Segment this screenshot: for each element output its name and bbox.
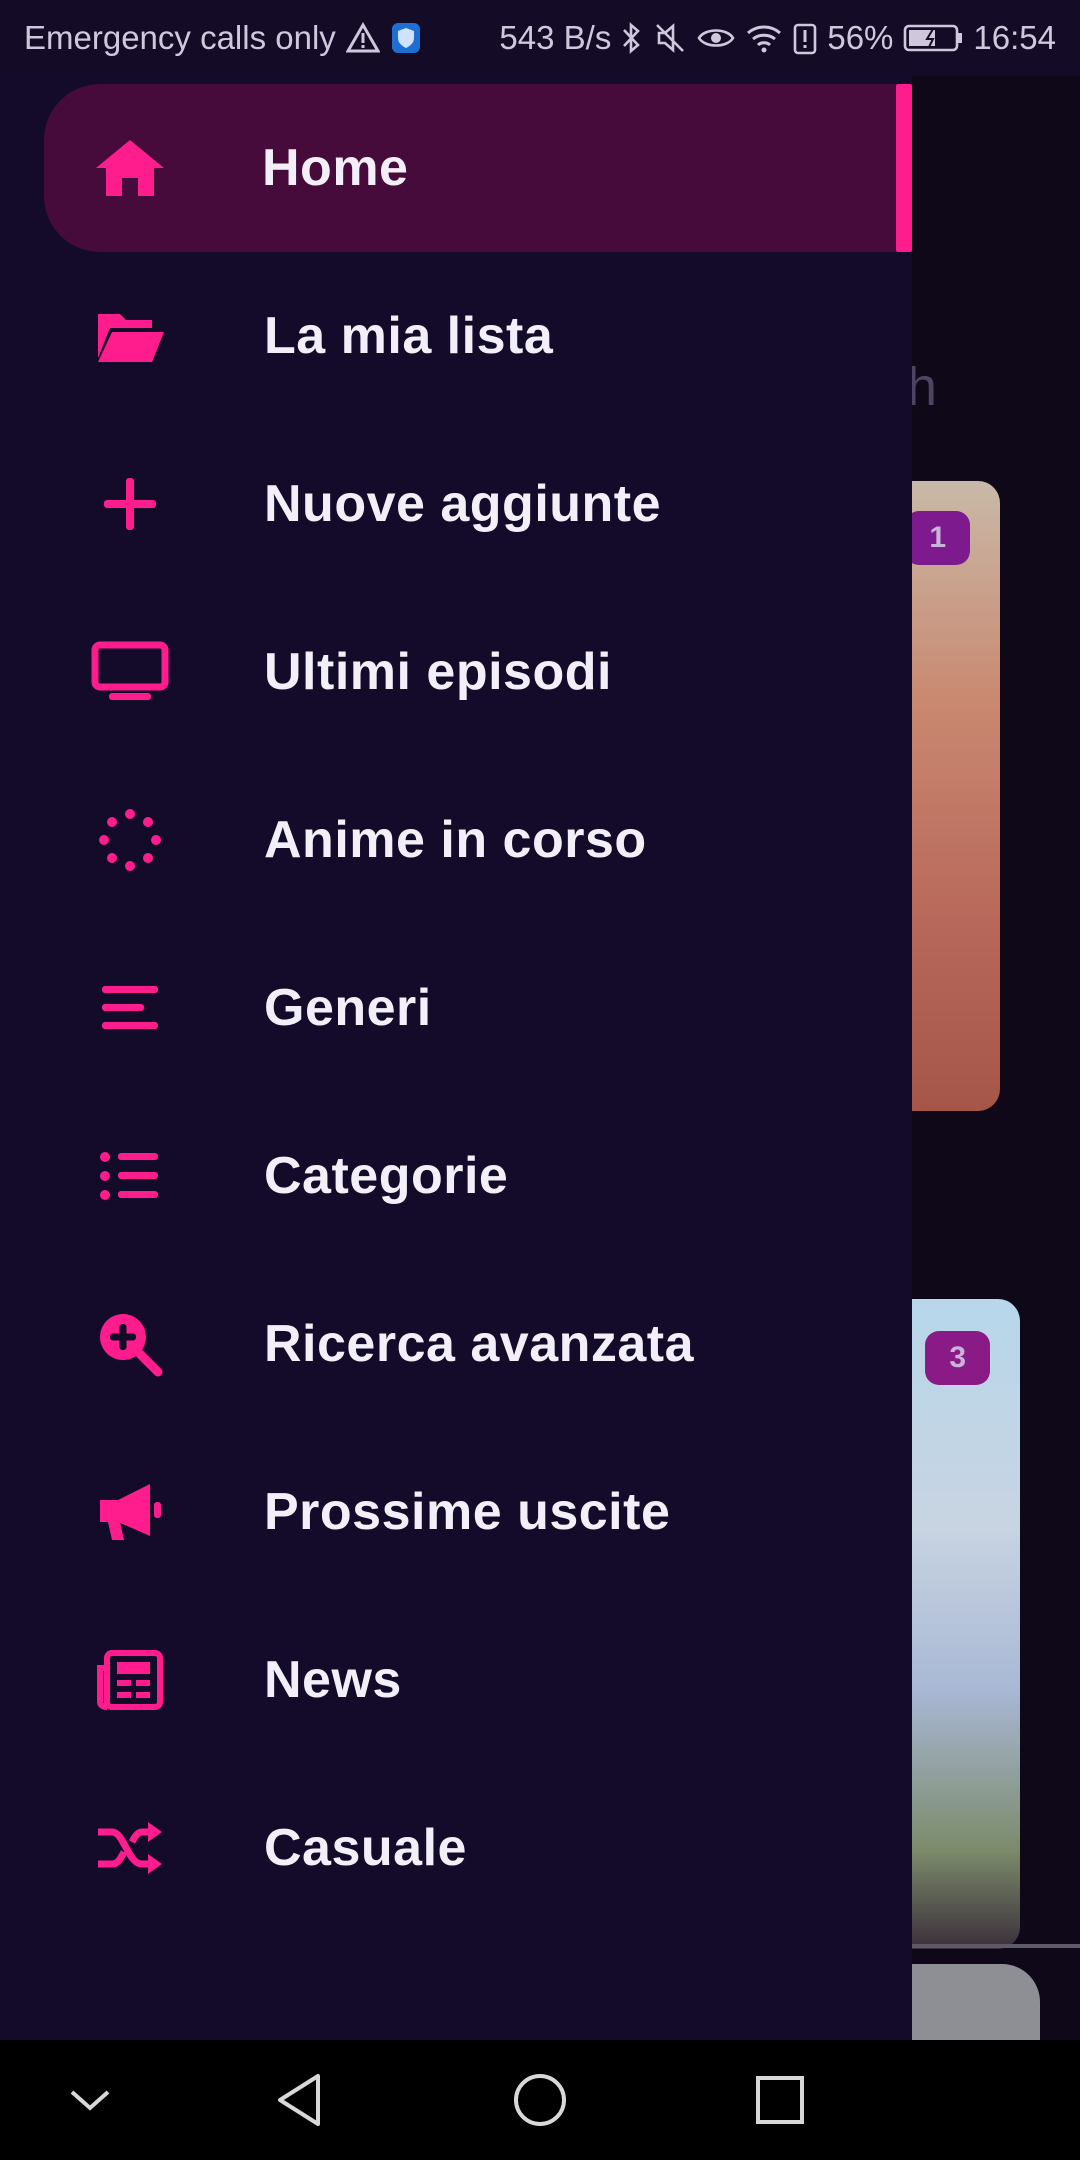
screen: Emergency calls only 543 B/s 56% 16:54 1… [0,0,1080,2160]
lines-icon [90,968,170,1048]
drawer-item-label: Ricerca avanzata [264,1315,695,1373]
drawer-item-anime-in-corso[interactable]: Anime in corso [44,756,896,924]
battery-saver-icon [793,21,817,55]
drawer-item-generi[interactable]: Generi [44,924,896,1092]
newspaper-icon [90,1640,170,1720]
drawer-item-la-mia-lista[interactable]: La mia lista [44,252,896,420]
mute-icon [653,21,687,55]
battery-icon [903,23,963,53]
folder-open-icon [90,296,170,376]
drawer-item-label: News [264,1651,402,1709]
drawer-item-label: Home [262,139,409,197]
system-navigation-bar [0,2040,1080,2160]
bluetooth-icon [621,21,643,55]
navigation-drawer: Home La mia lista Nuove aggiunte Ultimi … [0,76,912,2040]
clock: 16:54 [973,19,1056,56]
drawer-item-prossime-uscite[interactable]: Prossime uscite [44,1428,896,1596]
drawer-item-nuove-aggiunte[interactable]: Nuove aggiunte [44,420,896,588]
eye-comfort-icon [697,23,735,53]
drawer-item-label: Anime in corso [264,811,647,869]
status-bar-left: Emergency calls only [24,19,422,57]
plus-icon [90,464,170,544]
home-circle-icon[interactable] [490,2050,590,2150]
status-bar-right: 543 B/s 56% 16:54 [499,19,1056,57]
drawer-item-home[interactable]: Home [44,84,896,252]
carrier-text: Emergency calls only [24,19,336,56]
megaphone-icon [90,1472,170,1552]
status-bar: Emergency calls only 543 B/s 56% 16:54 [0,0,1080,76]
list-icon [90,1136,170,1216]
monitor-icon [90,632,170,712]
card-badge: 3 [925,1331,990,1385]
drawer-item-ultimi-episodi[interactable]: Ultimi episodi [44,588,896,756]
card-badge: 1 [905,511,970,565]
spinner-icon [90,800,170,880]
drawer-item-news[interactable]: News [44,1596,896,1764]
vpn-shield-icon [390,21,422,55]
home-icon [90,128,170,208]
search-plus-icon [90,1304,170,1384]
drawer-item-label: Prossime uscite [264,1483,671,1541]
drawer-item-label: La mia lista [264,307,554,365]
back-icon[interactable] [250,2050,350,2150]
warning-icon [345,22,380,54]
recents-icon[interactable] [730,2050,830,2150]
drawer-item-label: Casuale [264,1819,467,1877]
shuffle-icon [90,1808,170,1888]
divider [900,1944,1080,1948]
chevron-down-icon[interactable] [40,2050,140,2150]
wifi-icon [745,22,783,54]
drawer-item-label: Generi [264,979,432,1037]
battery-percent: 56% [827,19,894,56]
active-indicator [896,84,912,252]
drawer-item-label: Ultimi episodi [264,643,612,701]
drawer-item-ricerca-avanzata[interactable]: Ricerca avanzata [44,1260,896,1428]
drawer-item-categorie[interactable]: Categorie [44,1092,896,1260]
drawer-item-casuale[interactable]: Casuale [44,1764,896,1932]
drawer-item-label: Nuove aggiunte [264,475,662,533]
drawer-item-label: Categorie [264,1147,509,1205]
network-speed: 543 B/s [499,19,612,56]
